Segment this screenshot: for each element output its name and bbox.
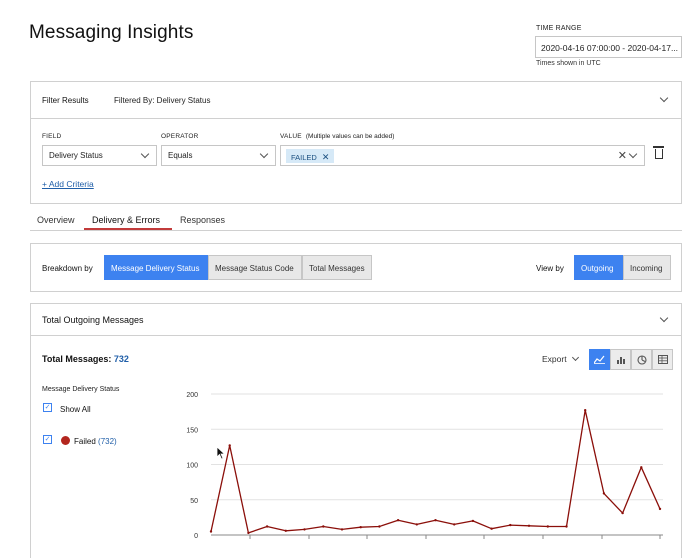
chevron-down-icon[interactable] bbox=[659, 93, 669, 103]
chevron-down-icon[interactable] bbox=[659, 313, 669, 323]
view-by-outgoing-button[interactable]: Outgoing bbox=[574, 255, 623, 280]
data-point[interactable] bbox=[640, 466, 643, 469]
value-chip: FAILED ✕ bbox=[286, 149, 335, 163]
chevron-down-icon bbox=[259, 149, 269, 159]
chevron-down-icon bbox=[571, 353, 579, 362]
y-tick-label: 150 bbox=[186, 427, 198, 434]
chart-panel-title: Total Outgoing Messages bbox=[42, 315, 144, 325]
chevron-down-icon bbox=[140, 149, 150, 159]
data-point[interactable] bbox=[340, 528, 344, 531]
legend-title: Message Delivery Status bbox=[42, 386, 120, 393]
data-point[interactable] bbox=[453, 523, 456, 526]
data-point[interactable] bbox=[546, 525, 549, 528]
data-point[interactable] bbox=[209, 530, 213, 533]
breakdown-status-code-button[interactable]: Message Status Code bbox=[208, 255, 302, 280]
data-point[interactable] bbox=[359, 526, 362, 529]
filter-body: FIELD Delivery Status OPERATOR Equals VA… bbox=[30, 118, 682, 204]
clear-icon[interactable]: ✕ bbox=[618, 149, 627, 162]
value-multiselect[interactable]: FAILED ✕ ✕ bbox=[280, 145, 645, 166]
failed-legend-name: Failed bbox=[74, 437, 96, 446]
show-all-label: Show All bbox=[60, 405, 91, 414]
data-point[interactable] bbox=[621, 511, 624, 515]
data-point[interactable] bbox=[284, 529, 287, 532]
data-point[interactable] bbox=[434, 519, 437, 522]
export-button[interactable]: Export bbox=[542, 353, 579, 364]
y-tick-label: 0 bbox=[194, 533, 198, 540]
filter-header[interactable]: Filter Results Filtered By: Delivery Sta… bbox=[30, 81, 682, 119]
operator-label: OPERATOR bbox=[161, 133, 199, 140]
data-point[interactable] bbox=[303, 528, 306, 531]
data-point[interactable] bbox=[490, 527, 493, 530]
filter-title: Filter Results bbox=[42, 96, 89, 105]
table-icon[interactable] bbox=[652, 349, 673, 370]
data-point[interactable] bbox=[247, 531, 250, 535]
data-point[interactable] bbox=[602, 492, 606, 495]
operator-select-value: Equals bbox=[168, 151, 193, 160]
breakdown-delivery-status-button[interactable]: Message Delivery Status bbox=[104, 255, 208, 280]
trash-icon[interactable] bbox=[653, 146, 664, 159]
data-point[interactable] bbox=[415, 523, 418, 526]
total-messages: Total Messages: 732 bbox=[42, 354, 129, 364]
value-label: VALUE (Multiple values can be added) bbox=[280, 133, 394, 140]
time-range-note: Times shown in UTC bbox=[536, 60, 601, 67]
pie-chart-icon[interactable] bbox=[631, 349, 652, 370]
delivery-status-line-chart: 0 50 100 150 200 bbox=[186, 392, 663, 540]
total-messages-label: Total Messages: bbox=[42, 354, 112, 364]
data-point[interactable] bbox=[658, 507, 662, 511]
data-point[interactable] bbox=[565, 525, 568, 528]
y-tick-label: 50 bbox=[190, 498, 198, 505]
data-point[interactable] bbox=[378, 525, 381, 528]
chevron-down-icon[interactable] bbox=[628, 149, 638, 159]
tab-responses[interactable]: Responses bbox=[180, 215, 225, 225]
tab-delivery-errors[interactable]: Delivery & Errors bbox=[92, 215, 160, 225]
view-by-incoming-button[interactable]: Incoming bbox=[623, 255, 671, 280]
export-label: Export bbox=[542, 354, 567, 364]
time-range-label: TIME RANGE bbox=[536, 25, 582, 32]
field-select-value: Delivery Status bbox=[49, 151, 103, 160]
field-label: FIELD bbox=[42, 133, 62, 140]
value-label-text: VALUE bbox=[280, 133, 302, 140]
y-tick-label: 200 bbox=[186, 392, 198, 399]
time-range-input[interactable]: 2020-04-16 07:00:00 - 2020-04-17... bbox=[535, 36, 682, 58]
chart-panel-header[interactable]: Total Outgoing Messages bbox=[30, 303, 682, 336]
view-by-label: View by bbox=[536, 264, 564, 273]
line-chart-icon[interactable] bbox=[589, 349, 610, 370]
field-select[interactable]: Delivery Status bbox=[42, 145, 157, 166]
active-tab-indicator bbox=[84, 228, 172, 230]
remove-chip-icon[interactable]: ✕ bbox=[322, 152, 330, 162]
failed-legend-label: Failed (732) bbox=[74, 437, 117, 446]
data-point[interactable] bbox=[471, 519, 475, 523]
total-messages-count: 732 bbox=[113, 354, 129, 364]
data-point[interactable] bbox=[322, 525, 325, 528]
bar-chart-icon[interactable] bbox=[610, 349, 631, 370]
breakdown-total-messages-button[interactable]: Total Messages bbox=[302, 255, 372, 280]
series-line-failed[interactable] bbox=[210, 409, 661, 534]
tab-overview[interactable]: Overview bbox=[37, 215, 75, 225]
value-chip-label: FAILED bbox=[291, 153, 317, 162]
add-criteria-link[interactable]: + Add Criteria bbox=[42, 179, 94, 189]
failed-legend-swatch bbox=[61, 436, 70, 445]
data-point[interactable] bbox=[228, 444, 231, 447]
data-point[interactable] bbox=[396, 519, 400, 522]
failed-legend-count: (732) bbox=[98, 437, 117, 446]
value-hint: (Multiple values can be added) bbox=[305, 133, 395, 140]
data-point[interactable] bbox=[509, 523, 512, 527]
filtered-by-text: Filtered By: Delivery Status bbox=[114, 96, 211, 105]
breakdown-label: Breakdown by bbox=[42, 264, 93, 273]
page-title: Messaging Insights bbox=[29, 22, 194, 43]
failed-checkbox[interactable]: ✓ bbox=[43, 435, 52, 444]
operator-select[interactable]: Equals bbox=[161, 145, 276, 166]
y-tick-label: 100 bbox=[186, 463, 198, 470]
data-point[interactable] bbox=[584, 409, 587, 412]
data-point[interactable] bbox=[265, 525, 269, 528]
show-all-checkbox[interactable]: ✓ bbox=[43, 403, 52, 412]
mouse-cursor-icon bbox=[216, 446, 226, 460]
data-point[interactable] bbox=[527, 524, 531, 527]
breakdown-panel: Breakdown by Message Delivery Status Mes… bbox=[30, 243, 682, 292]
